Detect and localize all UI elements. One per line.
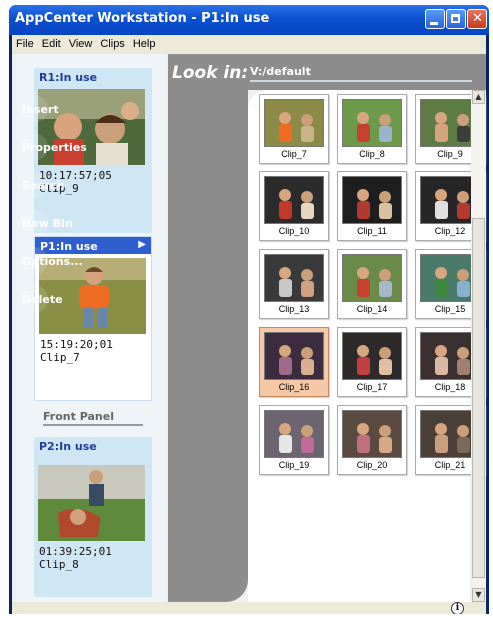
clip-label: Clip_11 [357, 226, 387, 236]
clip-thumbnail[interactable]: Clip_11 [337, 171, 407, 241]
play-arrow-icon[interactable]: ▶ [138, 239, 146, 250]
clip-label: Clip_14 [356, 304, 388, 314]
menu-view[interactable]: View [65, 35, 97, 50]
clip-thumbnail[interactable]: Clip_17 [337, 327, 407, 397]
maximize-icon [451, 14, 460, 23]
menu-help[interactable]: Help [129, 35, 160, 50]
close-button[interactable]: ✕ [467, 9, 487, 29]
clip-label: Clip_13 [278, 304, 310, 314]
minimize-button[interactable] [425, 9, 445, 29]
scroll-down-icon[interactable]: ▼ [472, 588, 485, 602]
status-bar: i [12, 602, 486, 614]
monitor-timecode: 01:39:25;01 [39, 545, 112, 558]
clip-label: Clip_7 [281, 149, 307, 159]
clip-preview-image [342, 176, 402, 224]
window-title: AppCenter Workstation - P1:In use [15, 11, 270, 26]
path-underline [250, 80, 472, 82]
clip-preview-image [342, 254, 402, 302]
monitor-preview-image [38, 465, 145, 541]
title-bar[interactable]: AppCenter Workstation - P1:In use ✕ [9, 5, 489, 35]
clip-thumbnail[interactable]: Clip_10 [259, 171, 329, 241]
scroll-thumb[interactable] [472, 218, 485, 578]
info-icon[interactable]: i [451, 602, 464, 614]
monitor-timecode: 15:19:20;01 [40, 338, 113, 351]
monitor-clip-name: Clip_7 [40, 351, 80, 364]
clip-thumbnail[interactable]: Clip_7 [259, 94, 329, 164]
clip-preview-image [264, 176, 324, 224]
clip-preview-image [342, 332, 402, 380]
clip-preview-image [264, 332, 324, 380]
clip-label: Clip_16 [278, 382, 310, 392]
clip-label: Clip_19 [278, 460, 310, 470]
delete-button[interactable]: Delete [20, 285, 63, 313]
clip-thumbnail[interactable]: Clip_16 [259, 327, 329, 397]
clip-thumbnail[interactable]: Clip_14 [337, 249, 407, 319]
clip-label: Clip_8 [359, 149, 385, 159]
clip-thumbnail[interactable]: Clip_13 [259, 249, 329, 319]
front-panel-label[interactable]: Front Panel [43, 410, 114, 423]
clip-thumbnail[interactable]: Clip_19 [259, 405, 329, 475]
app-window: AppCenter Workstation - P1:In use ✕ File… [9, 5, 489, 614]
vertical-scrollbar[interactable]: ▲ ▼ [471, 90, 486, 602]
monitor-header: R1:In use [34, 68, 152, 85]
clip-preview-image [264, 254, 324, 302]
clip-label: Clip_20 [356, 460, 388, 470]
front-panel-divider [43, 424, 143, 426]
options-button[interactable]: Options... [20, 247, 83, 275]
close-icon: ✕ [472, 11, 483, 26]
monitor-header: P1:In use ▶ [35, 237, 151, 254]
monitor-clip-name: Clip_8 [39, 558, 79, 571]
minimize-icon [430, 22, 438, 25]
clip-preview-image [264, 99, 324, 147]
menu-edit[interactable]: Edit [38, 35, 65, 50]
monitor-p2[interactable]: P2:In use 01:39:25;01 Clip_8 [34, 437, 152, 597]
clip-preview-image [264, 410, 324, 458]
menu-clips[interactable]: Clips [96, 35, 128, 50]
look-in-label: Look in: [172, 63, 249, 83]
menu-file[interactable]: File [12, 35, 38, 50]
clip-thumbnail[interactable]: Clip_8 [337, 94, 407, 164]
clip-preview-image [342, 410, 402, 458]
monitor-header-label: P1:In use [40, 240, 98, 253]
maximize-button[interactable] [446, 9, 466, 29]
search-button[interactable]: Search [20, 171, 65, 199]
scroll-up-icon[interactable]: ▲ [472, 90, 485, 104]
clip-preview-image [342, 99, 402, 147]
insert-button[interactable]: Insert [20, 95, 59, 123]
client-area: R1:In use 10:17:57;05 Clip_9 P1:In use ▶… [12, 54, 486, 602]
clip-label: Clip_17 [356, 382, 388, 392]
look-in-path[interactable]: V:/default [250, 65, 311, 78]
clip-label: Clip_10 [278, 226, 310, 236]
action-panel [168, 54, 248, 602]
new-bin-button[interactable]: New Bin [20, 209, 73, 237]
menu-bar: File Edit View Clips Help [12, 35, 486, 54]
properties-button[interactable]: Properties [20, 133, 87, 161]
monitor-header: P2:In use [34, 437, 152, 454]
clip-thumbnail[interactable]: Clip_20 [337, 405, 407, 475]
